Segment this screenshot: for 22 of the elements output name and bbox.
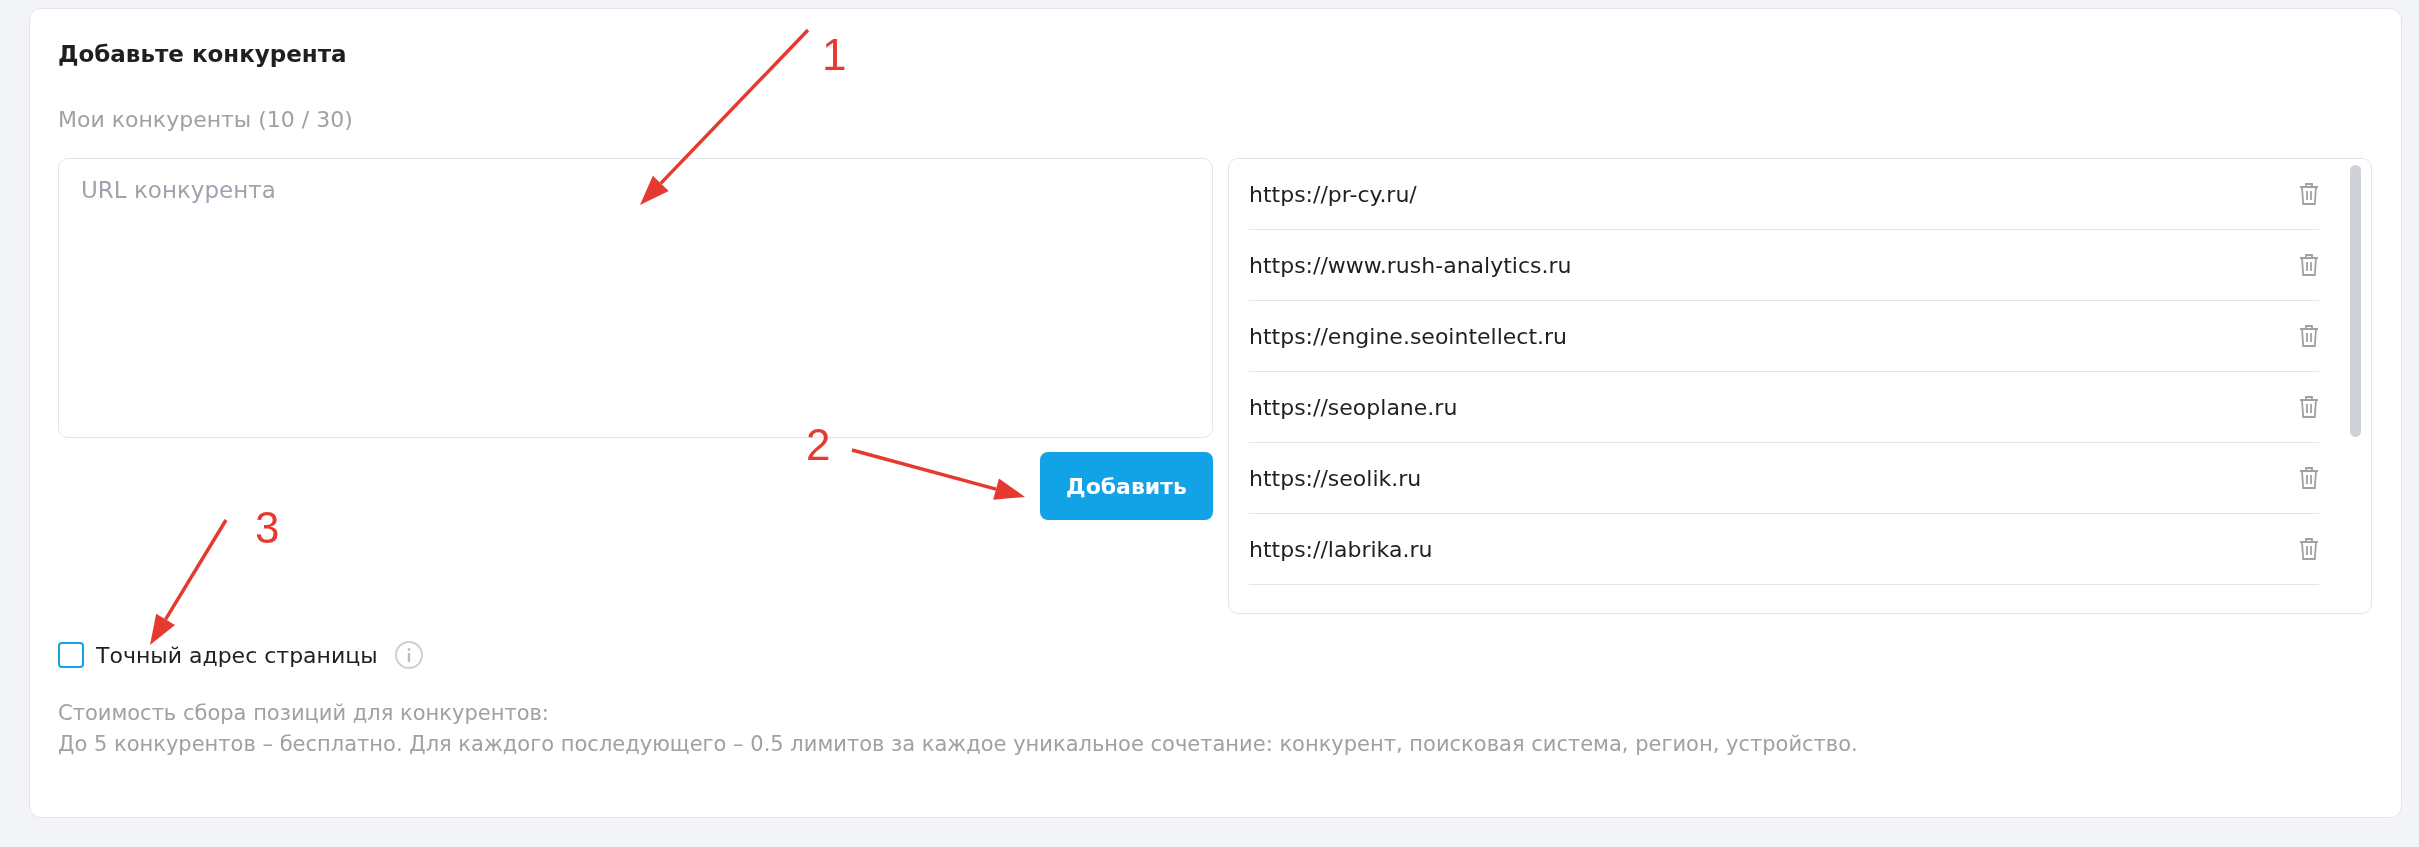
annotation-number: 3 (255, 503, 280, 553)
trash-icon[interactable] (2299, 182, 2319, 206)
competitor-url: https://seolik.ru (1249, 465, 1422, 491)
trash-icon[interactable] (2299, 395, 2319, 419)
competitor-url: https://pr-cy.ru/ (1249, 181, 1417, 207)
section-title: Добавьте конкурента (58, 41, 347, 67)
competitor-url: https://engine.seointellect.ru (1249, 323, 1568, 349)
trash-icon[interactable] (2299, 537, 2319, 561)
checkbox-label: Точный адрес страницы (96, 642, 378, 668)
competitor-url: https://www.rush-analytics.ru (1249, 252, 1572, 278)
competitor-url: https://seoplane.ru (1249, 394, 1458, 420)
competitor-counter: Мои конкуренты (10 / 30) (58, 107, 353, 132)
cost-note: Стоимость сбора позиций для конкурентов: До 5 конкурентов – бесплатно. Для каждого последующего – 0.5 лимитов за каждое уникальное сочетание: конкурент, поисковая система, регион, устройство. (58, 700, 1859, 758)
checkbox[interactable] (58, 642, 84, 668)
info-icon[interactable] (393, 640, 424, 670)
annotation-number: 1 (822, 30, 847, 80)
trash-icon[interactable] (2299, 253, 2319, 277)
scrollbar[interactable] (2350, 165, 2361, 437)
trash-icon[interactable] (2299, 324, 2319, 348)
add-button[interactable]: Добавить (1040, 452, 1213, 520)
competitor-url: https://labrika.ru (1249, 536, 1433, 562)
trash-icon[interactable] (2299, 466, 2319, 490)
